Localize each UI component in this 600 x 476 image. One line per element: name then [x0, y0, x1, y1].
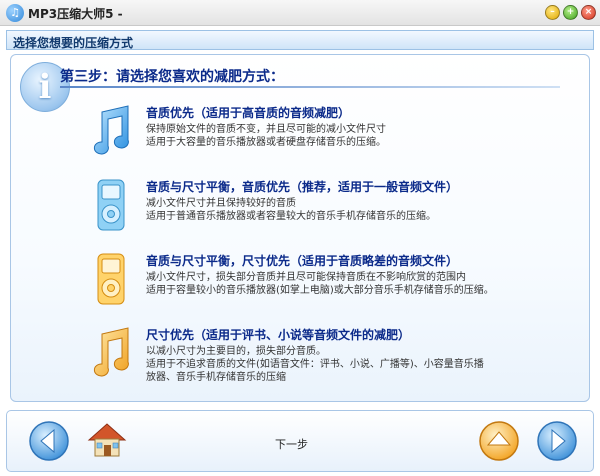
option-description: 减小文件尺寸并且保持较好的音质 适用于普通音乐播放器或者容量较大的音乐手机存储音… [146, 197, 436, 223]
title-bar: ♫ MP3压缩大师5 - – + × [0, 0, 600, 26]
mp3-player-blue-icon [97, 179, 125, 231]
option-balanced-size[interactable]: 音质与尺寸平衡，尺寸优先（适用于音质略差的音频文件） 减小文件尺寸，损失部分音质… [88, 252, 578, 312]
back-button[interactable] [28, 420, 70, 462]
arrow-right-icon [537, 421, 577, 461]
next-step-button[interactable]: 下一步 [275, 436, 308, 452]
option-title: 音质与尺寸平衡，音质优先（推荐，适用于一般音频文件） [146, 180, 459, 194]
option-description: 减小文件尺寸，损失部分音质并且尽可能保持音质在不影响欣赏的范围内 适用于容量较小… [146, 271, 494, 297]
step-title: 第三步：请选择您喜欢的减肥方式： [60, 69, 284, 85]
panel-header-label: 选择您想要的压缩方式 [13, 36, 134, 50]
mp3-player-orange-icon [97, 253, 125, 305]
option-desc-line: 减小文件尺寸，损失部分音质并且尽可能保持音质在不影响欣赏的范围内 [146, 272, 466, 283]
option-desc-line: 保持原始文件的音质不变，并且尽可能的减小文件尺寸 [146, 124, 386, 135]
up-button[interactable] [478, 420, 520, 462]
option-desc-line: 以减小尺寸为主要目的，损失部分音质。 [146, 346, 326, 357]
minimize-button[interactable]: – [545, 5, 560, 20]
option-desc-line: 减小文件尺寸并且保持较好的音质 [146, 198, 296, 209]
maximize-button[interactable]: + [563, 5, 578, 20]
option-description: 以减小尺寸为主要目的，损失部分音质。 适用于不追求音质的文件(如语音文件：评书、… [146, 345, 484, 384]
music-note-blue-icon [93, 105, 129, 155]
option-desc-line: 适用于大容量的音乐播放器或者硬盘存储音乐的压缩。 [146, 137, 386, 148]
arrow-up-icon [479, 421, 519, 461]
step-divider [60, 86, 560, 88]
forward-button[interactable] [536, 420, 578, 462]
option-description: 保持原始文件的音质不变，并且尽可能的减小文件尺寸 适用于大容量的音乐播放器或者硬… [146, 123, 386, 149]
music-note-orange-icon [93, 327, 129, 377]
arrow-left-icon [29, 421, 69, 461]
option-title: 音质与尺寸平衡，尺寸优先（适用于音质略差的音频文件） [146, 254, 459, 268]
option-title: 尺寸优先（适用于评书、小说等音频文件的减肥） [146, 328, 411, 342]
option-title: 音质优先（适用于高音质的音频减肥） [146, 106, 351, 120]
option-desc-line: 放器、音乐手机存储音乐的压缩 [146, 372, 286, 383]
home-icon [87, 423, 127, 457]
close-button[interactable]: × [581, 5, 596, 20]
option-desc-line: 适用于不追求音质的文件(如语音文件：评书、小说、广播等)、小容量音乐播 [146, 359, 484, 370]
panel-header: 选择您想要的压缩方式 [6, 30, 594, 50]
option-size-first[interactable]: 尺寸优先（适用于评书、小说等音频文件的减肥） 以减小尺寸为主要目的，损失部分音质… [88, 326, 578, 386]
option-desc-line: 适用于普通音乐播放器或者容量较大的音乐手机存储音乐的压缩。 [146, 211, 436, 222]
music-note-icon: ♫ [6, 4, 24, 22]
option-desc-line: 适用于容量较小的音乐播放器(如掌上电脑)或大部分音乐手机存储音乐的压缩。 [146, 285, 494, 296]
option-quality-first[interactable]: 音质优先（适用于高音质的音频减肥） 保持原始文件的音质不变，并且尽可能的减小文件… [88, 104, 578, 164]
home-button[interactable] [86, 418, 128, 460]
window-title: MP3压缩大师5 - [28, 7, 123, 21]
option-balanced-quality[interactable]: 音质与尺寸平衡，音质优先（推荐，适用于一般音频文件） 减小文件尺寸并且保持较好的… [88, 178, 578, 238]
